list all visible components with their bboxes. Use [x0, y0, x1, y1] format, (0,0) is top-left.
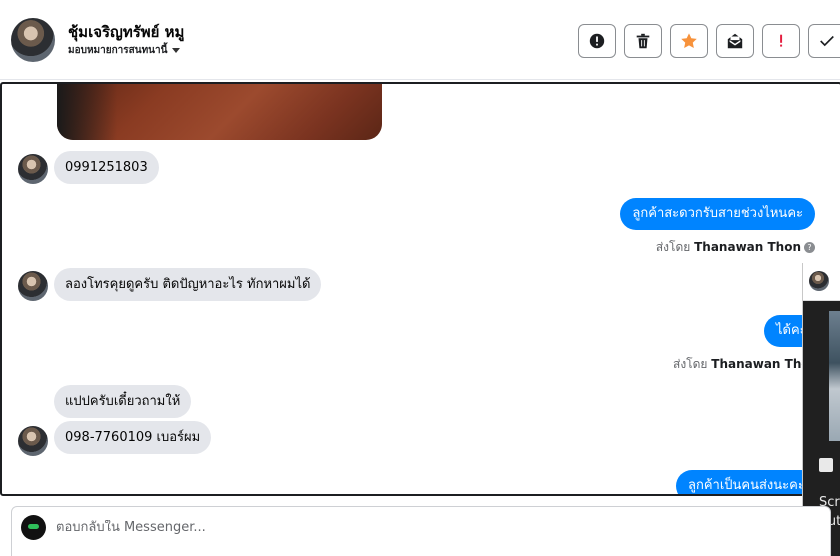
trash-icon — [636, 33, 650, 49]
mark-unread-button[interactable] — [716, 24, 754, 58]
message-thread[interactable]: 0991251803 ลูกค้าสะดวกรับสายช่วงไหนคะ ส่… — [0, 82, 840, 496]
star-icon — [681, 33, 697, 49]
reply-input[interactable] — [56, 520, 456, 535]
spam-button[interactable] — [578, 24, 616, 58]
alert-circle-icon — [589, 33, 605, 49]
message-bubble-incoming[interactable]: 0991251803 — [54, 151, 159, 184]
delete-button[interactable] — [624, 24, 662, 58]
message-bubble-incoming[interactable]: 098-7760109 เบอร์ผม — [54, 421, 212, 454]
floating-window-avatar — [809, 271, 829, 291]
star-button[interactable] — [670, 24, 708, 58]
mark-done-button[interactable] — [808, 24, 840, 58]
sent-by-label: ส่งโดย Thanawan Thon? — [656, 238, 815, 257]
exclamation-icon — [780, 34, 783, 47]
help-icon[interactable]: ? — [804, 242, 815, 253]
conversation-header: ชุ้มเจริญทรัพย์ หมู มอบหมายการสนทนานี้ — [0, 0, 840, 80]
sent-by-label: ส่งโดย Thanawan Thon — [673, 357, 819, 371]
assign-conversation-dropdown[interactable]: มอบหมายการสนทนานี้ — [68, 43, 181, 58]
sender-avatar[interactable] — [18, 154, 48, 184]
contact-avatar[interactable] — [11, 18, 55, 62]
message-bubble-incoming[interactable]: แปปครับเดี๋ยวถามให้ — [54, 385, 192, 418]
page-avatar — [21, 515, 46, 540]
envelope-icon — [727, 33, 743, 49]
screenshot-thumbnail[interactable] — [829, 311, 840, 441]
message-bubble-incoming[interactable]: ลองโทรคุยดูครับ ติดปัญหาอะไร ทักหาผมได้ — [54, 268, 322, 301]
floating-window-header — [803, 263, 840, 301]
sender-avatar[interactable] — [18, 426, 48, 456]
sender-name: Thanawan Thon — [694, 240, 801, 254]
message-bubble-outgoing[interactable]: ลูกค้าสะดวกรับสายช่วงไหนคะ — [620, 198, 815, 230]
follow-up-button[interactable] — [762, 24, 800, 58]
message-bubble-outgoing[interactable]: ลูกค้าเป็นคนส่งนะคะ — [676, 470, 817, 494]
app-icon — [819, 458, 833, 472]
assign-label: มอบหมายการสนทนานี้ — [68, 45, 168, 56]
conversation-toolbar — [578, 24, 840, 58]
sender-avatar[interactable] — [18, 271, 48, 301]
message-photo[interactable] — [57, 84, 382, 140]
reply-composer — [11, 506, 831, 556]
caret-down-icon — [172, 48, 181, 53]
check-icon — [820, 35, 834, 47]
contact-name[interactable]: ชุ้มเจริญทรัพย์ หมู — [68, 20, 184, 44]
